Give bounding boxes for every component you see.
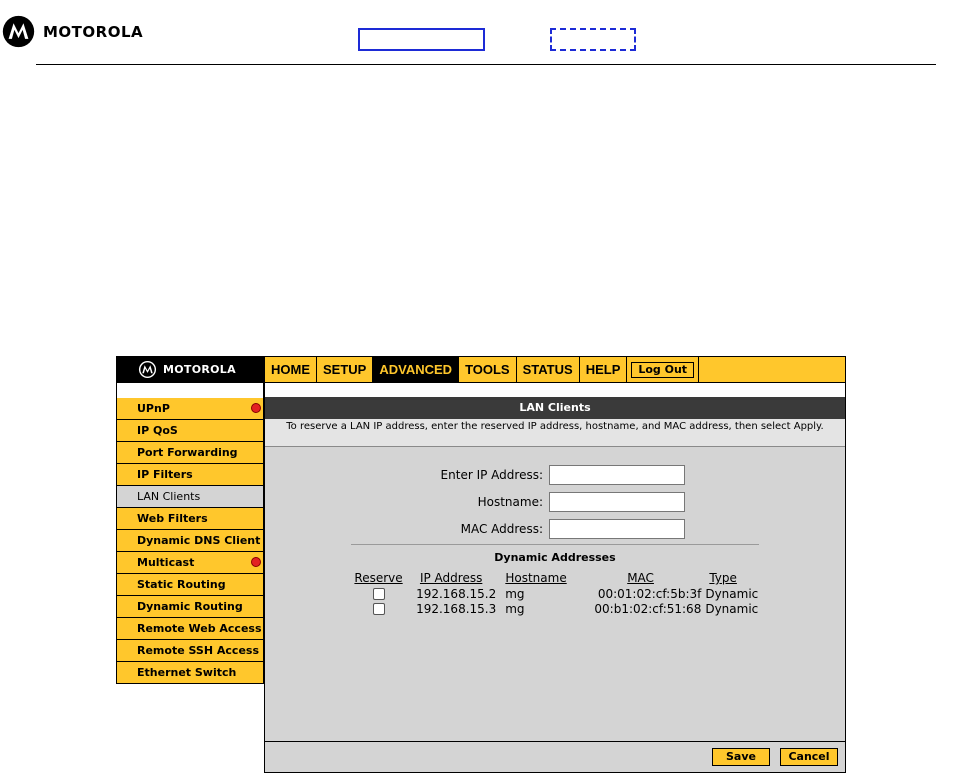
- doc-brand-text: MOTOROLA: [43, 22, 144, 41]
- sidebar-item-label: IP QoS: [137, 424, 178, 437]
- dynamic-addresses-title: Dynamic Addresses: [494, 551, 616, 564]
- sidebar-item-remote-web-access[interactable]: Remote Web Access: [116, 618, 264, 640]
- document-header: MOTOROLA: [0, 0, 965, 66]
- router-ui-frame: MOTOROLA HOME SETUP ADVANCED TOOLS STATU…: [116, 356, 846, 773]
- reserve-checkbox[interactable]: [372, 588, 385, 600]
- type-cell: Dynamic: [705, 586, 759, 601]
- sidebar-item-label: Dynamic Routing: [137, 600, 243, 613]
- sidebar-item-label: Remote Web Access: [137, 622, 262, 635]
- hostname-cell: mg: [505, 586, 525, 601]
- sidebar-item-multicast[interactable]: Multicast: [116, 552, 264, 574]
- ip-label: Enter IP Address:: [440, 468, 543, 482]
- sidebar-item-remote-ssh-access[interactable]: Remote SSH Access: [116, 640, 264, 662]
- alert-dot-icon: [251, 557, 261, 567]
- sidebar-item-label: UPnP: [137, 402, 170, 415]
- sidebar-item-label: Dynamic DNS Client: [137, 534, 261, 547]
- doc-logo: MOTOROLA: [2, 15, 143, 48]
- page-title: LAN Clients: [265, 397, 845, 419]
- table-header-row: Reserve IP Address Hostname MAC Type: [351, 570, 761, 586]
- nav-advanced[interactable]: ADVANCED: [373, 357, 460, 382]
- logout-button-wrap: Log Out: [627, 357, 698, 382]
- content-spacer: [265, 383, 845, 397]
- ui-logo: MOTOROLA: [117, 357, 265, 382]
- mac-cell: 00:01:02:cf:5b:3f: [597, 586, 702, 601]
- sidebar-item-label: LAN Clients: [137, 490, 201, 503]
- reserve-cell: [351, 601, 406, 616]
- header-divider: [36, 64, 936, 65]
- hostname-cell: mg: [505, 601, 525, 616]
- sidebar-item-static-routing[interactable]: Static Routing: [116, 574, 264, 596]
- sidebar-item-ip-filters[interactable]: IP Filters: [116, 464, 264, 486]
- mac-label: MAC Address:: [460, 522, 543, 536]
- table-row: 192.168.15.3 mg 00:b1:02:cf:51:68 Dynami…: [351, 601, 761, 616]
- ip-cell: 192.168.15.3: [416, 601, 497, 616]
- reserve-cell: [351, 586, 406, 601]
- ui-brand-text: MOTOROLA: [163, 363, 236, 376]
- annotation-box-solid: [358, 28, 485, 51]
- sidebar-item-ethernet-switch[interactable]: Ethernet Switch: [116, 662, 264, 684]
- main-nav: HOME SETUP ADVANCED TOOLS STATUS HELP Lo…: [265, 357, 700, 382]
- motorola-logo-icon: [2, 15, 35, 48]
- col-mac: MAC: [627, 571, 654, 585]
- nav-divider: [698, 357, 700, 382]
- annotation-box-dashed: [550, 28, 636, 51]
- ip-row: Enter IP Address:: [413, 465, 685, 485]
- nav-setup[interactable]: SETUP: [317, 357, 374, 382]
- sidebar-item-dynamic-dns-client[interactable]: Dynamic DNS Client: [116, 530, 264, 552]
- top-bar: MOTOROLA HOME SETUP ADVANCED TOOLS STATU…: [116, 356, 846, 383]
- col-type: Type: [709, 571, 737, 585]
- table-row: 192.168.15.2 mg 00:01:02:cf:5b:3f Dynami…: [351, 586, 761, 601]
- cancel-button[interactable]: Cancel: [780, 748, 838, 766]
- col-ip-address: IP Address: [419, 571, 483, 585]
- sidebar-spacer: [116, 383, 264, 398]
- content-footer: Save Cancel: [265, 741, 845, 772]
- sidebar-item-label: Web Filters: [137, 512, 208, 525]
- col-hostname: Hostname: [505, 571, 567, 585]
- dynamic-addresses-table: Reserve IP Address Hostname MAC Type 192…: [351, 570, 761, 616]
- sidebar-item-label: Multicast: [137, 556, 195, 569]
- ip-address-input[interactable]: [549, 465, 685, 485]
- mac-cell: 00:b1:02:cf:51:68: [594, 601, 702, 616]
- sidebar-item-port-forwarding[interactable]: Port Forwarding: [116, 442, 264, 464]
- sidebar-item-label: Static Routing: [137, 578, 226, 591]
- reserve-checkbox[interactable]: [372, 603, 385, 615]
- page-description: To reserve a LAN IP address, enter the r…: [265, 419, 845, 447]
- nav-home[interactable]: HOME: [265, 357, 317, 382]
- section-divider: [351, 544, 759, 545]
- motorola-logo-icon: [138, 360, 157, 379]
- sidebar-item-web-filters[interactable]: Web Filters: [116, 508, 264, 530]
- logout-button[interactable]: Log Out: [631, 361, 695, 378]
- sidebar-item-label: Ethernet Switch: [137, 666, 237, 679]
- content-panel: LAN Clients To reserve a LAN IP address,…: [264, 383, 846, 773]
- sidebar-item-label: Port Forwarding: [137, 446, 238, 459]
- mac-address-input[interactable]: [549, 519, 685, 539]
- nav-status[interactable]: STATUS: [517, 357, 580, 382]
- type-cell: Dynamic: [705, 601, 759, 616]
- sidebar-item-label: IP Filters: [137, 468, 193, 481]
- col-reserve: Reserve: [354, 571, 403, 585]
- hostname-input[interactable]: [549, 492, 685, 512]
- nav-help[interactable]: HELP: [580, 357, 628, 382]
- mac-row: MAC Address:: [413, 519, 685, 539]
- sidebar-item-dynamic-routing[interactable]: Dynamic Routing: [116, 596, 264, 618]
- hostname-label: Hostname:: [477, 495, 543, 509]
- sidebar: UPnP IP QoS Port Forwarding IP Filters L…: [116, 383, 264, 684]
- sidebar-item-lan-clients[interactable]: LAN Clients: [116, 486, 264, 508]
- sidebar-item-label: Remote SSH Access: [137, 644, 259, 657]
- alert-dot-icon: [251, 403, 261, 413]
- sidebar-item-upnp[interactable]: UPnP: [116, 398, 264, 420]
- sidebar-item-ip-qos[interactable]: IP QoS: [116, 420, 264, 442]
- nav-tools[interactable]: TOOLS: [459, 357, 517, 382]
- hostname-row: Hostname:: [413, 492, 685, 512]
- ip-cell: 192.168.15.2: [416, 586, 497, 601]
- save-button[interactable]: Save: [712, 748, 770, 766]
